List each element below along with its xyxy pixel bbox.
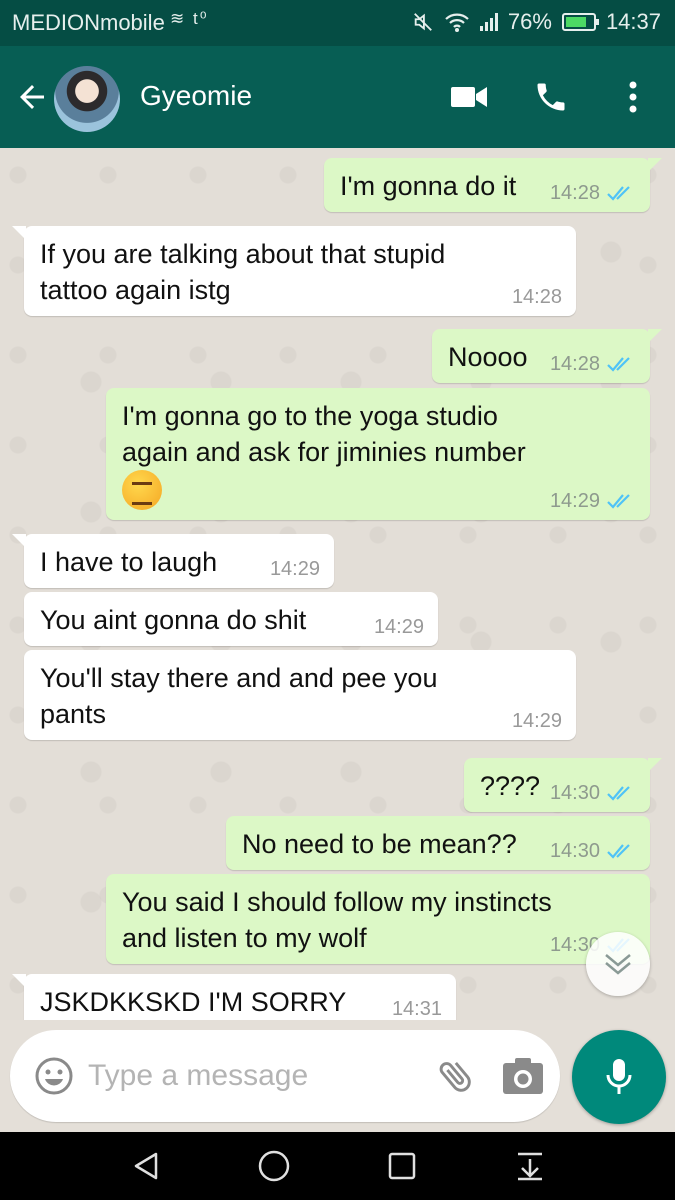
back-triangle-icon[interactable] xyxy=(124,1146,168,1186)
message-time: 14:31 xyxy=(391,998,442,1020)
microphone-icon xyxy=(606,1059,632,1094)
battery-icon xyxy=(561,13,599,31)
message-line: I'm gonna go to the yoga studio xyxy=(122,401,498,431)
read-receipt-icon xyxy=(607,786,630,801)
clock: 14:37 xyxy=(605,9,661,34)
more-options-icon[interactable] xyxy=(608,72,658,122)
message-incoming[interactable]: You aint gonna do shit 14:29 xyxy=(24,592,438,646)
status-indicators: 76% 14:37 xyxy=(412,9,661,35)
message-text: ???? xyxy=(480,771,541,801)
message-incoming[interactable]: You'll stay there and and pee you pants 1… xyxy=(24,650,576,740)
message-text: JSKDKKSKD I'M SORRY xyxy=(40,987,347,1017)
message-incoming[interactable]: I have to laugh 14:29 xyxy=(12,534,334,588)
battery-percent: 76% xyxy=(507,9,552,34)
read-receipt-icon xyxy=(607,844,630,859)
message-line: If you are talking about that stupid xyxy=(40,239,446,269)
system-nav-bar xyxy=(0,1132,675,1200)
signal-icon xyxy=(479,13,498,31)
message-line: pants xyxy=(40,699,107,729)
status-bar: MEDIONmobile ≋ t⁰ 76% 14:37 xyxy=(0,0,675,46)
message-text: I'm gonna go to the yoga studio again and… xyxy=(122,398,526,510)
read-receipt-icon xyxy=(607,186,630,201)
contact-avatar[interactable] xyxy=(54,66,120,132)
message-incoming[interactable]: If you are talking about that stupid tatt… xyxy=(12,226,576,316)
recents-square-icon[interactable] xyxy=(380,1146,424,1186)
message-time: 14:29 xyxy=(373,616,424,638)
message-time: 14:28 xyxy=(549,182,600,204)
microphone-button[interactable] xyxy=(572,1030,666,1124)
message-time: 14:29 xyxy=(511,710,562,732)
home-circle-icon[interactable] xyxy=(252,1146,296,1186)
message-time: 14:29 xyxy=(269,558,320,580)
message-outgoing[interactable]: ???? 14:30 xyxy=(464,758,662,812)
message-incoming[interactable]: JSKDKKSKD I'M SORRY 14:31 xyxy=(12,974,456,1020)
message-line: You'll stay there and and pee you xyxy=(40,663,438,693)
attachment-icon[interactable] xyxy=(434,1054,478,1098)
message-outgoing[interactable]: I'm gonna do it 14:28 xyxy=(324,158,662,212)
video-call-icon[interactable] xyxy=(444,72,494,122)
message-input[interactable] xyxy=(88,1054,408,1098)
message-outgoing[interactable]: You said I should follow my instincts and… xyxy=(106,874,650,964)
scroll-to-bottom-button[interactable] xyxy=(586,932,650,996)
chevron-down-icon xyxy=(605,954,631,975)
emoji-icon[interactable] xyxy=(34,1056,74,1096)
message-outgoing[interactable]: Noooo 14:28 xyxy=(432,329,662,383)
message-line: tattoo again istg xyxy=(40,275,231,305)
camera-icon[interactable] xyxy=(500,1054,546,1098)
message-line: again and ask for jiminies number xyxy=(122,437,526,467)
mute-icon xyxy=(413,13,432,31)
carrier-name: MEDIONmobile xyxy=(12,10,165,35)
confounded-face-emoji-icon xyxy=(122,470,162,510)
message-input-container xyxy=(10,1030,560,1122)
message-text: I have to laugh xyxy=(40,547,218,577)
message-time: 14:30 xyxy=(549,782,600,804)
wifi-icon xyxy=(445,13,469,32)
message-text: You aint gonna do shit xyxy=(40,605,307,635)
message-line: You said I should follow my instincts xyxy=(122,887,552,917)
message-time: 14:29 xyxy=(549,490,600,512)
read-receipt-icon xyxy=(607,494,630,509)
message-text: You said I should follow my instincts and… xyxy=(122,884,552,956)
message-time: 14:30 xyxy=(549,840,600,862)
message-outgoing[interactable]: No need to be mean?? 14:30 xyxy=(226,816,650,870)
message-line: and listen to my wolf xyxy=(122,923,367,953)
message-text: If you are talking about that stupid tatt… xyxy=(40,236,445,308)
carrier-status-icons: ≋ t⁰ xyxy=(170,9,209,28)
message-text: Noooo xyxy=(448,342,528,372)
message-time: 14:28 xyxy=(511,286,562,308)
phone-icon[interactable] xyxy=(526,72,576,122)
message-outgoing[interactable]: I'm gonna go to the yoga studio again and… xyxy=(106,388,650,520)
notifications-pull-icon[interactable] xyxy=(508,1146,552,1186)
chat-header: Gyeomie xyxy=(0,46,675,148)
back-arrow-icon[interactable] xyxy=(14,79,50,115)
message-text: You'll stay there and and pee you pants xyxy=(40,660,437,732)
message-text: I'm gonna do it xyxy=(340,171,517,201)
chat-messages[interactable]: I'm gonna do it 14:28 If you are talking… xyxy=(0,148,675,1020)
contact-name[interactable]: Gyeomie xyxy=(140,80,252,112)
read-receipt-icon xyxy=(607,357,630,372)
message-text: No need to be mean?? xyxy=(242,829,517,859)
message-time: 14:28 xyxy=(549,353,600,375)
